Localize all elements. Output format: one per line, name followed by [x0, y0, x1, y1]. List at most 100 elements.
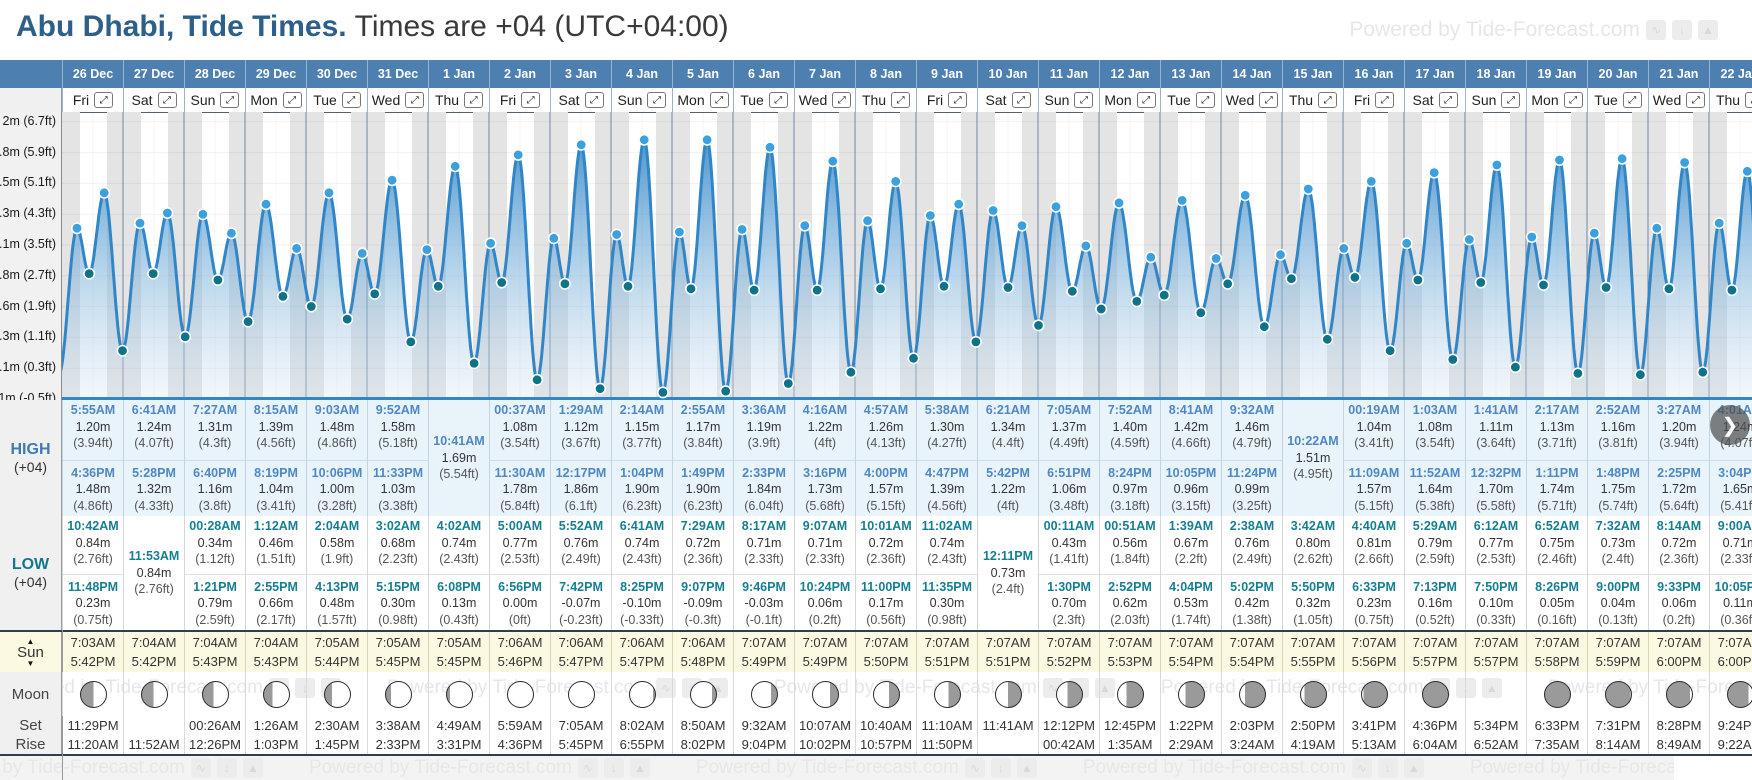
low-tide-cell: 5:00AM 0.77m (2.53ft) 6:56PM 0.00m (0ft)	[489, 516, 550, 630]
tide-height-m: 0.79m	[197, 596, 233, 610]
expand-day-icon[interactable]: ⤢	[1501, 92, 1521, 108]
y-axis-label: 1.3m (4.3ft)	[0, 206, 56, 221]
tide-height-m: 0.43m	[1051, 535, 1087, 550]
moon-cell	[855, 672, 916, 716]
date-cell: 26 Dec	[62, 60, 123, 88]
low-tide-cell: 4:40AM 0.81m (2.66ft) 6:33PM 0.23m (0.75ft)	[1343, 516, 1404, 630]
tide-height-ft: (3.38ft)	[378, 498, 418, 513]
expand-day-icon[interactable]: ⤢	[521, 92, 541, 108]
high-tide-cell: 2:17AM 1.13m (3.71ft) 1:11PM 1.74m (5.71ft)	[1526, 400, 1587, 516]
expand-day-icon[interactable]: ⤢	[405, 92, 425, 108]
moon-phase-icon	[1604, 680, 1632, 708]
expand-day-icon[interactable]: ⤢	[584, 92, 604, 108]
expand-day-icon[interactable]: ⤢	[464, 92, 484, 108]
tide-height-ft: (0.16ft)	[1537, 612, 1577, 627]
watermark-text: Powered by Tide-Forecast.com	[1082, 757, 1346, 778]
expand-day-icon[interactable]: ⤢	[1195, 92, 1215, 108]
expand-day-icon[interactable]: ⤢	[1259, 92, 1279, 108]
tide-height-m: 0.17m	[868, 596, 904, 610]
expand-day-icon[interactable]: ⤢	[282, 92, 302, 108]
low-tide-entry: 7:29AM 0.72m (2.36ft)	[673, 518, 733, 568]
tide-height-m: 0.73m	[990, 565, 1026, 580]
next-days-button[interactable]: ❯	[1710, 405, 1750, 445]
low-tz: (+04)	[13, 574, 48, 590]
low-tide-entry: 9:46PM -0.03m (-0.1ft)	[734, 573, 794, 629]
tide-height-ft: (5.84ft)	[500, 498, 540, 513]
low-tide-entry: 4:02AM 0.74m (2.43ft)	[429, 518, 489, 568]
tide-time: 10:24PM	[799, 579, 851, 594]
day-cell: Thu⤢	[428, 88, 489, 112]
tide-height-m: 1.08m	[1417, 419, 1453, 434]
sun-label-cell[interactable]: ▲ Sun ▼	[0, 632, 62, 672]
tide-height-ft: (4.79ft)	[1232, 436, 1272, 450]
expand-day-icon[interactable]: ⤢	[1563, 92, 1583, 108]
sunrise-time: 7:07AM	[1473, 635, 1519, 650]
expand-day-icon[interactable]: ⤢	[1318, 92, 1338, 108]
tide-height-m: 0.84m	[136, 565, 172, 580]
day-cell: Sat ⤢	[550, 88, 611, 112]
high-tide-cell: 6:21AM 1.34m (4.4ft) 5:42PM 1.22m (4ft)	[977, 400, 1038, 516]
expand-day-icon[interactable]: ⤢	[1136, 92, 1156, 108]
low-tide-entry: 1:12AM 0.46m (1.51ft)	[246, 518, 306, 568]
low-tide-entry: 9:00PM 0.04m (0.13ft)	[1588, 573, 1648, 629]
low-tide-entry: 10:24PM 0.06m (0.2ft)	[795, 573, 855, 629]
tide-height-ft: (1.41ft)	[1049, 552, 1089, 566]
low-tide-cell: 1:39AM 0.67m (2.2ft) 4:04PM 0.53m (1.74ft)	[1160, 516, 1221, 630]
expand-day-icon[interactable]: ⤢	[1375, 92, 1395, 108]
expand-day-icon[interactable]: ⤢	[948, 92, 968, 108]
tide-height-m: 0.71m	[1722, 535, 1752, 550]
expand-day-icon[interactable]: ⤢	[94, 92, 114, 108]
tide-height-m: 1.24m	[136, 419, 172, 434]
sun-cell: 7:07AM 5:59PM	[1587, 632, 1648, 672]
expand-day-icon[interactable]: ⤢	[1438, 92, 1458, 108]
moon-set-cell: 11:10AM	[916, 716, 977, 735]
moon-rise-cell: 11:50PM	[916, 735, 977, 754]
high-tide-entry: 2:55AM 1.17m (3.84ft)	[673, 402, 733, 452]
tide-height-ft: (3.71ft)	[1537, 436, 1577, 450]
expand-day-icon[interactable]: ⤢	[1622, 92, 1642, 108]
moon-rise-cell: 6:55PM	[611, 735, 672, 754]
low-tide-entry: 8:25PM -0.10m (-0.33ft)	[612, 573, 672, 629]
tide-height-ft: (5.15ft)	[866, 498, 906, 513]
tide-height-ft: (2.36ft)	[1659, 552, 1699, 566]
moon-phase-icon	[933, 680, 961, 708]
expand-day-icon[interactable]: ⤢	[1745, 92, 1752, 108]
powered-by-watermark: Powered by Tide-Forecast.com∿↓▲	[1083, 757, 1424, 779]
expand-day-icon[interactable]: ⤢	[709, 92, 729, 108]
sunrise-time: 7:07AM	[1717, 635, 1752, 650]
tide-time: 3:27AM	[1656, 403, 1702, 417]
sun-cell: 7:06AM 5:47PM	[550, 632, 611, 672]
weekday-label: Sun	[1471, 92, 1497, 108]
expand-day-icon[interactable]: ⤢	[1011, 92, 1031, 108]
day-cell: Sun ⤢	[1465, 88, 1526, 112]
tide-height-m: 0.58m	[319, 535, 355, 550]
sunrise-time: 7:07AM	[1168, 635, 1214, 650]
tide-height-m: 0.72m	[685, 535, 721, 550]
sunrise-time: 7:07AM	[1351, 635, 1397, 650]
sunset-time: 6:00PM	[1717, 654, 1752, 669]
tide-height-ft: (5.74ft)	[1598, 498, 1638, 513]
moon-phase-icon	[1360, 680, 1388, 708]
expand-day-icon[interactable]: ⤢	[832, 92, 852, 108]
expand-day-icon[interactable]: ⤢	[157, 92, 177, 108]
expand-day-icon[interactable]: ⤢	[220, 92, 240, 108]
watermark-logo-icon: ▲	[1016, 758, 1037, 778]
expand-day-icon[interactable]: ⤢	[1074, 92, 1094, 108]
expand-day-icon[interactable]: ⤢	[1686, 92, 1706, 108]
tide-height-m: 0.72m	[868, 535, 904, 550]
high-tide-cell: 00:37AM 1.08m (3.54ft) 11:30AM 1.78m (5.84ft)	[489, 400, 550, 516]
tide-height-m: 0.56m	[1112, 535, 1148, 550]
tide-time: 10:05PM	[1165, 465, 1217, 480]
expand-day-icon[interactable]: ⤢	[891, 92, 911, 108]
sun-cell: 7:07AM 5:51PM	[977, 632, 1038, 672]
tide-height-ft: (1.05ft)	[1293, 612, 1333, 627]
date-cell: 6 Jan	[733, 60, 794, 88]
moon-rise-cell: 5:45PM	[550, 735, 611, 754]
date-cell: 30 Dec	[306, 60, 367, 88]
expand-day-icon[interactable]: ⤢	[768, 92, 788, 108]
tide-time: 3:36AM	[741, 403, 787, 417]
expand-day-icon[interactable]: ⤢	[647, 92, 667, 108]
sunset-time: 5:57PM	[1412, 654, 1458, 669]
high-tide-cell: 00:19AM 1.04m (3.41ft) 11:09AM 1.57m (5.15ft)	[1343, 400, 1404, 516]
expand-day-icon[interactable]: ⤢	[341, 92, 361, 108]
